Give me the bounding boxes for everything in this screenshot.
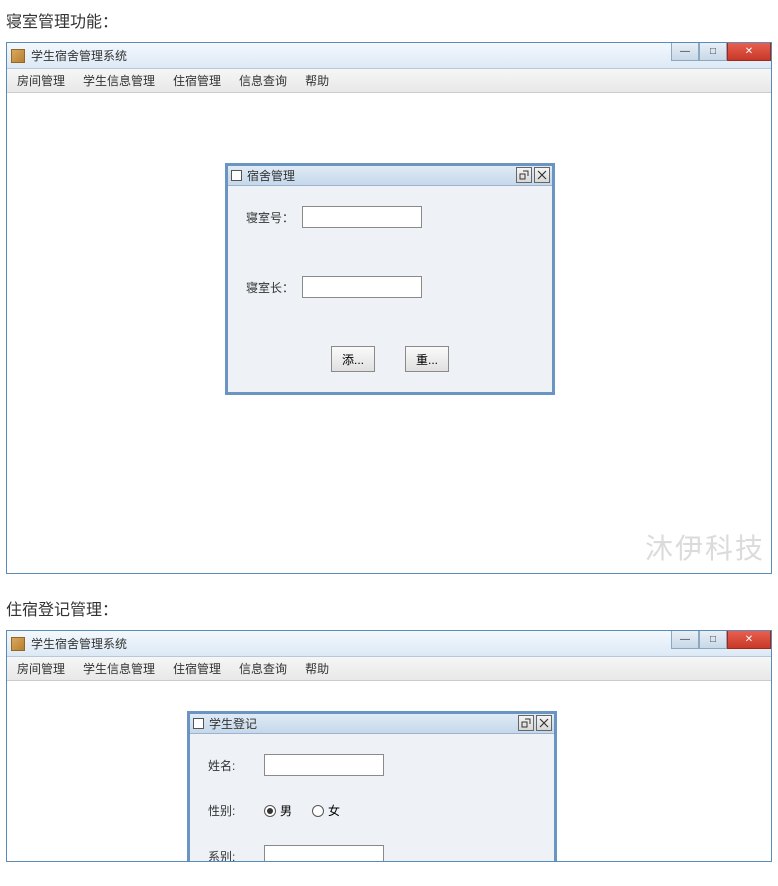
menu-help[interactable]: 帮助 [301, 658, 333, 679]
section1-title: 寝室管理功能： [0, 0, 778, 42]
menu-student[interactable]: 学生信息管理 [79, 658, 159, 679]
minimize-button[interactable]: — [671, 43, 699, 61]
dialog-maximize-icon[interactable] [518, 715, 534, 731]
dialog-icon [231, 170, 242, 181]
menu-stay[interactable]: 住宿管理 [169, 70, 225, 91]
section2-title: 住宿登记管理： [0, 588, 778, 630]
room-number-label: 寝室号： [246, 209, 302, 226]
sex-label: 性别: [208, 802, 264, 819]
radio-male[interactable]: 男 [264, 802, 292, 819]
app-window-2: 学生宿舍管理系统 — □ ✕ 房间管理 学生信息管理 住宿管理 信息查询 帮助 … [6, 630, 772, 862]
client-area-2: 学生登记 姓名: 性别: [7, 681, 771, 861]
menu-query[interactable]: 信息查询 [235, 70, 291, 91]
titlebar-2: 学生宿舍管理系统 — □ ✕ [7, 631, 771, 657]
radio-icon [312, 805, 324, 817]
radio-male-label: 男 [280, 802, 292, 819]
dialog-maximize-icon[interactable] [516, 167, 532, 183]
java-app-icon [11, 637, 25, 651]
dialog1-body: 寝室号： 寝室长： 添... 重... [228, 186, 552, 392]
dept-input[interactable] [264, 845, 384, 861]
watermark: 沐伊科技 [645, 527, 765, 567]
dorm-manage-dialog: 宿舍管理 寝室号： 寝室长： [225, 163, 555, 395]
dept-label: 系别: [208, 848, 264, 862]
menubar-2: 房间管理 学生信息管理 住宿管理 信息查询 帮助 [7, 657, 771, 681]
menu-room[interactable]: 房间管理 [13, 70, 69, 91]
menu-student[interactable]: 学生信息管理 [79, 70, 159, 91]
room-leader-input[interactable] [302, 276, 422, 298]
dialog-icon [193, 718, 204, 729]
menu-query[interactable]: 信息查询 [235, 658, 291, 679]
menu-help[interactable]: 帮助 [301, 70, 333, 91]
name-label: 姓名: [208, 757, 264, 774]
app-window-1: 学生宿舍管理系统 — □ ✕ 房间管理 学生信息管理 住宿管理 信息查询 帮助 … [6, 42, 772, 574]
menu-room[interactable]: 房间管理 [13, 658, 69, 679]
app-title-1: 学生宿舍管理系统 [31, 47, 127, 64]
dialog-close-icon[interactable] [536, 715, 552, 731]
dialog2-titlebar: 学生登记 [190, 714, 554, 734]
minimize-button[interactable]: — [671, 631, 699, 649]
dialog2-title: 学生登记 [209, 715, 257, 732]
maximize-button[interactable]: □ [699, 43, 727, 61]
close-button[interactable]: ✕ [727, 631, 771, 649]
dialog1-title: 宿舍管理 [247, 167, 295, 184]
dialog-close-icon[interactable] [534, 167, 550, 183]
close-button[interactable]: ✕ [727, 43, 771, 61]
dialog2-body: 姓名: 性别: 男 女 [190, 734, 554, 861]
app-title-2: 学生宿舍管理系统 [31, 635, 127, 652]
radio-female[interactable]: 女 [312, 802, 340, 819]
reset-button[interactable]: 重... [405, 346, 449, 372]
sex-radio-group: 男 女 [264, 802, 340, 819]
room-leader-label: 寝室长： [246, 279, 302, 296]
maximize-button[interactable]: □ [699, 631, 727, 649]
menubar-1: 房间管理 学生信息管理 住宿管理 信息查询 帮助 [7, 69, 771, 93]
client-area-1: 宿舍管理 寝室号： 寝室长： [7, 93, 771, 573]
name-input[interactable] [264, 754, 384, 776]
radio-icon [264, 805, 276, 817]
room-number-input[interactable] [302, 206, 422, 228]
java-app-icon [11, 49, 25, 63]
radio-female-label: 女 [328, 802, 340, 819]
window-controls-2: — □ ✕ [671, 631, 771, 649]
window-controls-1: — □ ✕ [671, 43, 771, 61]
titlebar-1: 学生宿舍管理系统 — □ ✕ [7, 43, 771, 69]
add-button[interactable]: 添... [331, 346, 375, 372]
student-register-dialog: 学生登记 姓名: 性别: [187, 711, 557, 861]
dialog1-titlebar: 宿舍管理 [228, 166, 552, 186]
menu-stay[interactable]: 住宿管理 [169, 658, 225, 679]
